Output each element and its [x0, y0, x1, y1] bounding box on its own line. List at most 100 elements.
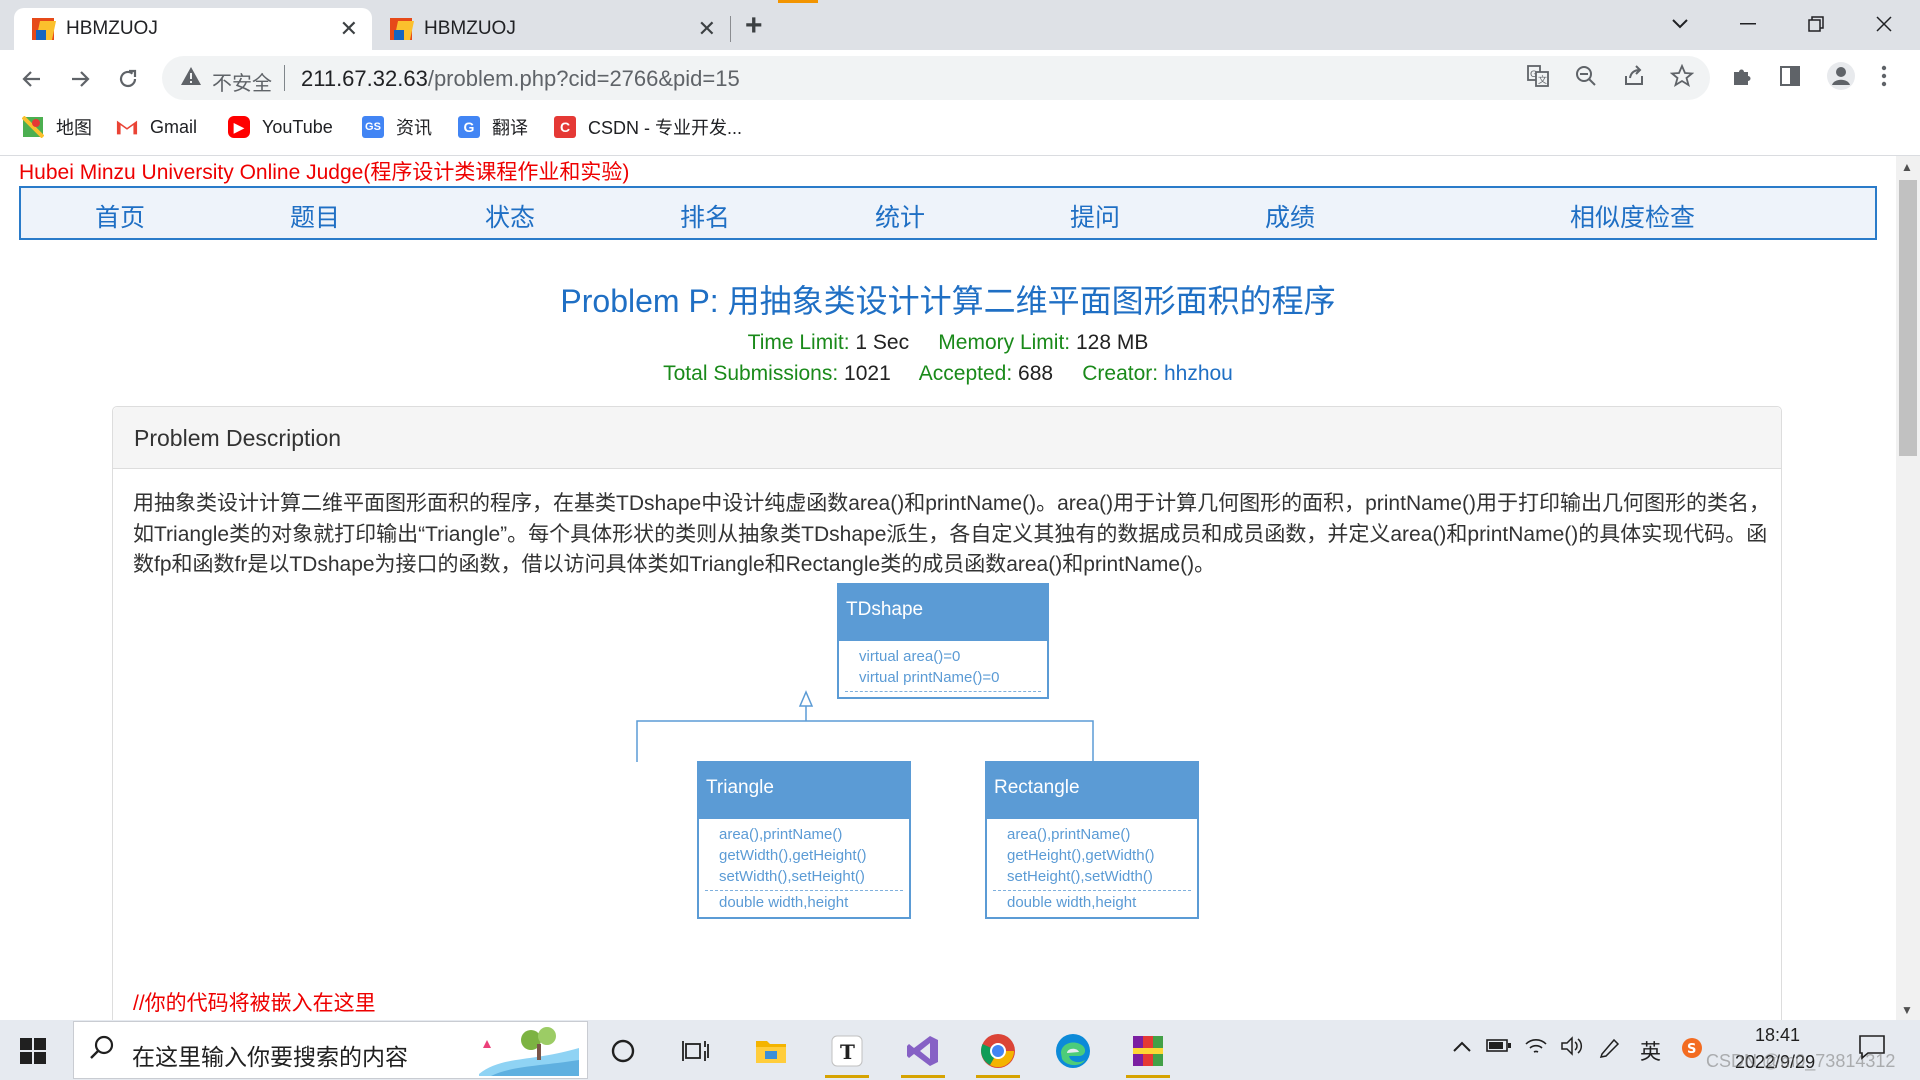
- cortana-button[interactable]: [593, 1026, 653, 1076]
- uml-class-rectangle: Rectangle area(),printName() getHeight()…: [985, 761, 1199, 919]
- submissions-label: Total Submissions:: [663, 362, 839, 385]
- uml-field: double width,height: [1007, 894, 1137, 911]
- creator-link[interactable]: hhzhou: [1164, 362, 1233, 385]
- accepted-label: Accepted:: [918, 362, 1013, 385]
- url-text[interactable]: 211.67.32.63/problem.php?cid=2766&pid=15: [301, 66, 740, 92]
- bookmark-gmail[interactable]: Gmail: [116, 114, 197, 140]
- uml-divider: [845, 691, 1041, 692]
- google-translate-icon: G: [458, 116, 480, 138]
- uml-method: area(),printName(): [1007, 826, 1131, 843]
- clock-time[interactable]: 18:41: [1755, 1025, 1800, 1046]
- sogou-input-icon[interactable]: S: [1680, 1036, 1704, 1066]
- translate-icon[interactable]: G文: [1526, 64, 1550, 94]
- nav-problems[interactable]: 题目: [290, 198, 340, 234]
- accepted-value: 688: [1018, 362, 1054, 385]
- wifi-icon[interactable]: [1524, 1036, 1548, 1062]
- time-limit-value: 1 Sec: [855, 331, 910, 354]
- page-viewport: Hubei Minzu University Online Judge(程序设计…: [0, 156, 1896, 1020]
- bookmark-translate[interactable]: G 翻译: [458, 114, 528, 140]
- uml-connectors: [636, 690, 1094, 762]
- battery-icon[interactable]: [1486, 1036, 1512, 1059]
- side-panel-icon[interactable]: [1778, 64, 1802, 94]
- profile-avatar-icon[interactable]: [1826, 61, 1856, 97]
- time-limit-label: Time Limit:: [747, 331, 850, 354]
- security-label[interactable]: 不安全: [212, 67, 272, 96]
- gmail-icon: [116, 116, 138, 138]
- close-tab-icon[interactable]: ✕: [340, 16, 358, 42]
- csdn-icon: C: [554, 116, 576, 138]
- uml-class-name: TDshape: [839, 585, 1047, 641]
- address-bar[interactable]: 不安全 211.67.32.63/problem.php?cid=2766&pi…: [162, 56, 1710, 100]
- bookmark-csdn[interactable]: C CSDN - 专业开发...: [554, 114, 742, 140]
- uml-class-triangle: Triangle area(),printName() getWidth(),g…: [697, 761, 911, 919]
- submissions-value: 1021: [844, 362, 891, 385]
- file-explorer-icon[interactable]: [741, 1026, 801, 1076]
- nav-statistics[interactable]: 统计: [875, 198, 925, 234]
- nav-home[interactable]: 首页: [95, 198, 145, 234]
- zoom-out-icon[interactable]: [1574, 64, 1598, 94]
- uml-method: getWidth(),getHeight(): [719, 847, 867, 864]
- limits-line: Time Limit: 1 Sec Memory Limit: 128 MB: [0, 331, 1896, 355]
- uml-divider: [705, 890, 903, 891]
- edge-icon[interactable]: [1043, 1026, 1103, 1076]
- new-tab-button[interactable]: +: [745, 9, 763, 43]
- bookmark-label: CSDN - 专业开发...: [588, 118, 743, 138]
- svg-text:文: 文: [1538, 74, 1547, 86]
- bookmark-label: 地图: [56, 118, 92, 138]
- scroll-up-arrow-icon[interactable]: ▲: [1901, 160, 1913, 174]
- menu-kebab-icon[interactable]: [1880, 64, 1888, 94]
- svg-text:G: G: [1530, 70, 1537, 80]
- scroll-down-arrow-icon[interactable]: ▼: [1901, 1003, 1913, 1017]
- warning-icon[interactable]: [180, 66, 202, 92]
- bookmark-label: Gmail: [150, 116, 198, 137]
- typora-icon[interactable]: T: [817, 1026, 877, 1078]
- taskbar-search-box[interactable]: 在这里输入你要搜索的内容: [73, 1021, 588, 1079]
- uml-method: virtual printName()=0: [859, 669, 1000, 686]
- bookmark-label: YouTube: [262, 116, 333, 137]
- maps-icon: [22, 116, 44, 138]
- problem-description-panel: Problem Description 用抽象类设计计算二维平面图形面积的程序，…: [112, 406, 1782, 1020]
- close-window-button[interactable]: [1864, 6, 1904, 42]
- scrollbar-thumb[interactable]: [1899, 180, 1917, 456]
- winrar-icon[interactable]: [1118, 1026, 1178, 1078]
- minimize-button[interactable]: [1728, 6, 1768, 42]
- windows-start-button[interactable]: [20, 1038, 46, 1064]
- task-view-button[interactable]: [666, 1026, 726, 1076]
- nav-questions[interactable]: 提问: [1070, 198, 1120, 234]
- nav-similarity-check[interactable]: 相似度检查: [1570, 198, 1695, 234]
- tab-search-chevron-icon[interactable]: [1660, 6, 1700, 42]
- uml-class-tdshape: TDshape virtual area()=0 virtual printNa…: [837, 583, 1049, 699]
- tab-hbmzuoj[interactable]: HBMZUOJ ✕: [372, 8, 730, 50]
- search-icon: [88, 1034, 116, 1069]
- nav-ranking[interactable]: 排名: [680, 198, 730, 234]
- bookmark-star-icon[interactable]: [1669, 63, 1695, 94]
- chrome-icon[interactable]: [968, 1026, 1028, 1078]
- notification-center-icon[interactable]: [1858, 1034, 1886, 1066]
- problem-title: Problem P: 用抽象类设计计算二维平面图形面积的程序: [560, 283, 1336, 319]
- nav-scores[interactable]: 成绩: [1265, 198, 1315, 234]
- uml-divider: [993, 890, 1191, 891]
- nav-status[interactable]: 状态: [485, 198, 535, 234]
- volume-icon[interactable]: [1560, 1036, 1584, 1062]
- visual-studio-icon[interactable]: [893, 1026, 953, 1078]
- forward-button[interactable]: [62, 61, 98, 97]
- back-button[interactable]: [14, 61, 50, 97]
- url-host: 211.67.32.63: [301, 66, 428, 91]
- stats-line: Total Submissions: 1021 Accepted: 688 Cr…: [0, 362, 1896, 386]
- bookmark-maps[interactable]: 地图: [22, 114, 92, 140]
- tray-overflow-chevron-icon[interactable]: [1452, 1036, 1472, 1059]
- bookmark-news[interactable]: GS 资讯: [362, 114, 432, 140]
- site-title: Hubei Minzu University Online Judge(程序设计…: [19, 161, 630, 184]
- extensions-puzzle-icon[interactable]: [1730, 64, 1754, 94]
- ime-indicator[interactable]: 英: [1640, 1036, 1661, 1066]
- share-icon[interactable]: [1622, 64, 1646, 94]
- code-hint: //你的代码将被嵌入在这里: [133, 992, 376, 1015]
- close-tab-icon[interactable]: ✕: [698, 16, 716, 42]
- reload-button[interactable]: [110, 61, 146, 97]
- tab-hbmzuoj-active[interactable]: HBMZUOJ ✕: [14, 8, 372, 50]
- restore-button[interactable]: [1796, 6, 1836, 42]
- memory-limit-value: 128 MB: [1075, 331, 1149, 354]
- bookmark-youtube[interactable]: ▶ YouTube: [228, 114, 333, 140]
- pen-icon[interactable]: [1598, 1036, 1622, 1064]
- bookmark-label: 翻译: [492, 118, 528, 138]
